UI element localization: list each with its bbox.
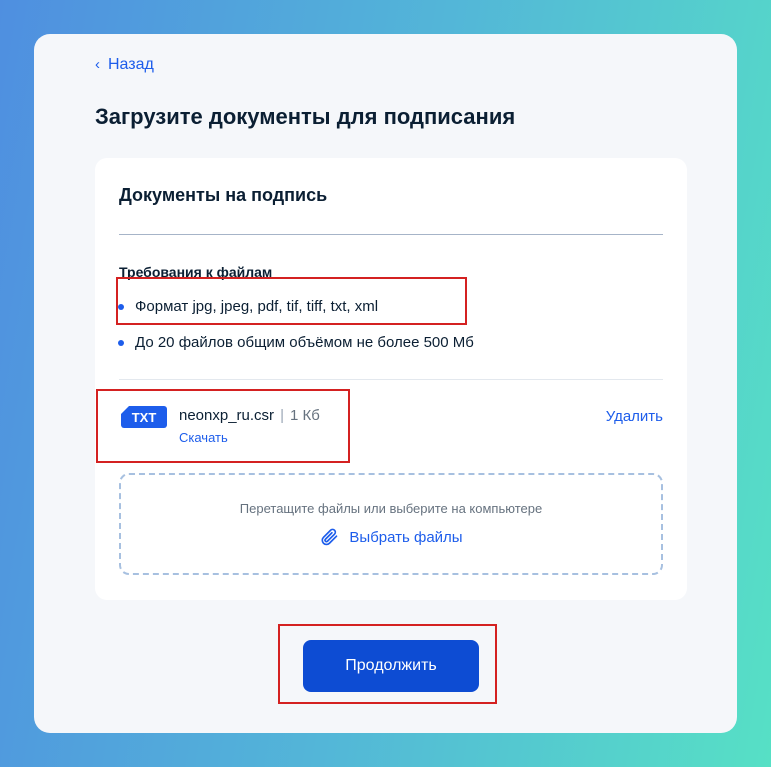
delete-link[interactable]: Удалить <box>606 408 663 425</box>
back-link[interactable]: ‹ Назад <box>95 56 154 74</box>
file-name: neonxp_ru.csr <box>179 407 275 424</box>
page-title: Загрузите документы для подписания <box>95 104 516 129</box>
choose-files-label: Выбрать файлы <box>349 528 463 546</box>
requirement-text: Формат jpg, jpeg, pdf, tif, tiff, txt, x… <box>135 298 379 315</box>
main-card: ‹ Назад Загрузите документы для подписан… <box>34 34 737 733</box>
file-info: neonxp_ru.csr | 1 Кб <box>179 407 320 424</box>
back-label: Назад <box>108 56 154 73</box>
chevron-left-icon: ‹ <box>95 55 100 73</box>
file-size: 1 Кб <box>289 407 320 424</box>
choose-files-button[interactable]: Выбрать файлы <box>121 527 661 547</box>
panel-title: Документы на подпись <box>119 185 328 205</box>
paperclip-icon <box>321 528 338 546</box>
requirement-text: До 20 файлов общим объёмом не более 500 … <box>135 334 474 351</box>
requirement-item: Формат jpg, jpeg, pdf, tif, tiff, txt, x… <box>118 298 379 315</box>
file-type-badge: TXT <box>121 406 167 428</box>
bullet-dot <box>118 303 124 310</box>
file-dropzone[interactable]: Перетащите файлы или выберите на компьют… <box>119 473 663 575</box>
requirements-title: Требования к файлам <box>119 264 273 280</box>
bullet-dot <box>118 339 124 346</box>
documents-panel: Документы на подпись Требования к файлам… <box>95 158 687 600</box>
separator: | <box>280 407 284 424</box>
requirement-item: До 20 файлов общим объёмом не более 500 … <box>118 334 474 351</box>
dropzone-hint: Перетащите файлы или выберите на компьют… <box>239 501 543 516</box>
divider <box>119 234 663 235</box>
divider <box>119 379 663 380</box>
download-link[interactable]: Скачать <box>179 430 228 445</box>
continue-button[interactable]: Продолжить <box>303 640 479 692</box>
